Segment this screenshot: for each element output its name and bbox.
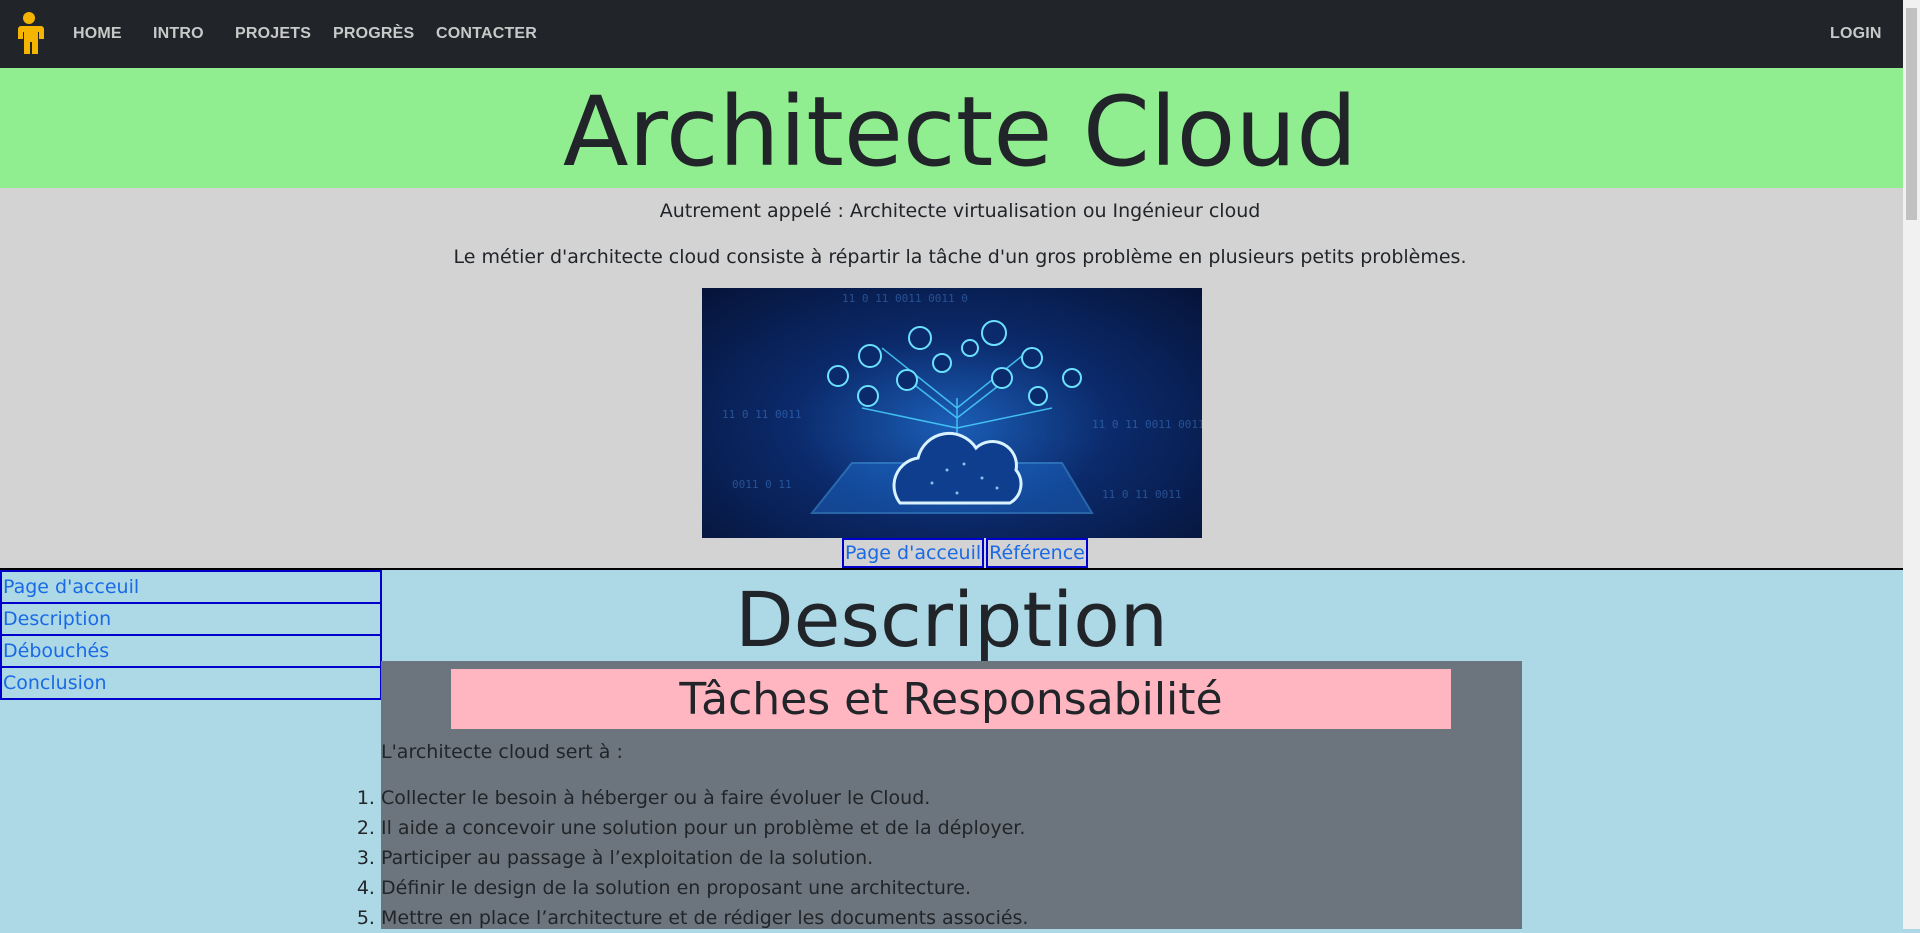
nav-contacter[interactable]: CONTACTER xyxy=(436,0,537,68)
person-icon[interactable] xyxy=(14,12,44,54)
cloud-network-illustration: 11 0 11 0011 0011 0 11 0 11 0011 11 0 11… xyxy=(722,292,1202,514)
svg-text:0011 0 11: 0011 0 11 xyxy=(732,478,792,491)
scrollbar-thumb[interactable] xyxy=(1906,8,1917,220)
svg-text:11 0 11 0011 0011: 11 0 11 0011 0011 xyxy=(1092,418,1202,431)
reference-nav: Page d'acceuil Référence xyxy=(842,538,1088,568)
list-item: Participer au passage à l’exploitation d… xyxy=(381,843,1028,873)
alt-names-text: Autrement appelé : Architecte virtualisa… xyxy=(659,200,1261,222)
tasks-heading: Tâches et Responsabilité xyxy=(451,669,1451,729)
list-item: Définir le design de la solution en prop… xyxy=(381,873,1028,903)
svg-text:11 0 11 0011: 11 0 11 0011 xyxy=(722,408,801,421)
intro-section: Autrement appelé : Architecte virtualisa… xyxy=(0,188,1920,570)
svg-text:11 0 11 0011: 11 0 11 0011 xyxy=(1102,488,1181,501)
list-item: Il aide a concevoir une solution pour un… xyxy=(381,813,1028,843)
ref-reference-link[interactable]: Référence xyxy=(986,538,1088,568)
tasks-lead: L'architecte cloud sert à : xyxy=(381,741,623,763)
hero-banner: Architecte Cloud xyxy=(0,68,1920,188)
nav-progres[interactable]: PROGRÈS xyxy=(333,0,414,68)
page-scrollbar[interactable] xyxy=(1903,0,1920,929)
sidebar-item-conclusion[interactable]: Conclusion xyxy=(0,666,382,700)
nav-projets[interactable]: PROJETS xyxy=(235,0,311,68)
list-item: Collecter le besoin à héberger ou à fair… xyxy=(381,783,1028,813)
ref-home-link[interactable]: Page d'acceuil xyxy=(842,538,985,568)
svg-text:11 0 11 0011 0011 0: 11 0 11 0011 0011 0 xyxy=(842,292,968,305)
intro-text: Le métier d'architecte cloud consiste à … xyxy=(453,246,1467,268)
page-title: Architecte Cloud xyxy=(562,76,1358,188)
tasks-list: Collecter le besoin à héberger ou à fair… xyxy=(359,783,1028,933)
section-heading: Description xyxy=(735,575,1168,664)
description-article: Tâches et Responsabilité L'architecte cl… xyxy=(381,661,1522,929)
nav-login[interactable]: LOGIN xyxy=(1830,0,1882,68)
cloud-network-image: 11 0 11 0011 0011 0 11 0 11 0011 11 0 11… xyxy=(702,288,1202,538)
nav-home[interactable]: HOME xyxy=(73,0,122,68)
nav-intro[interactable]: INTRO xyxy=(153,0,204,68)
top-navbar: HOME INTRO PROJETS PROGRÈS CONTACTER LOG… xyxy=(0,0,1920,68)
